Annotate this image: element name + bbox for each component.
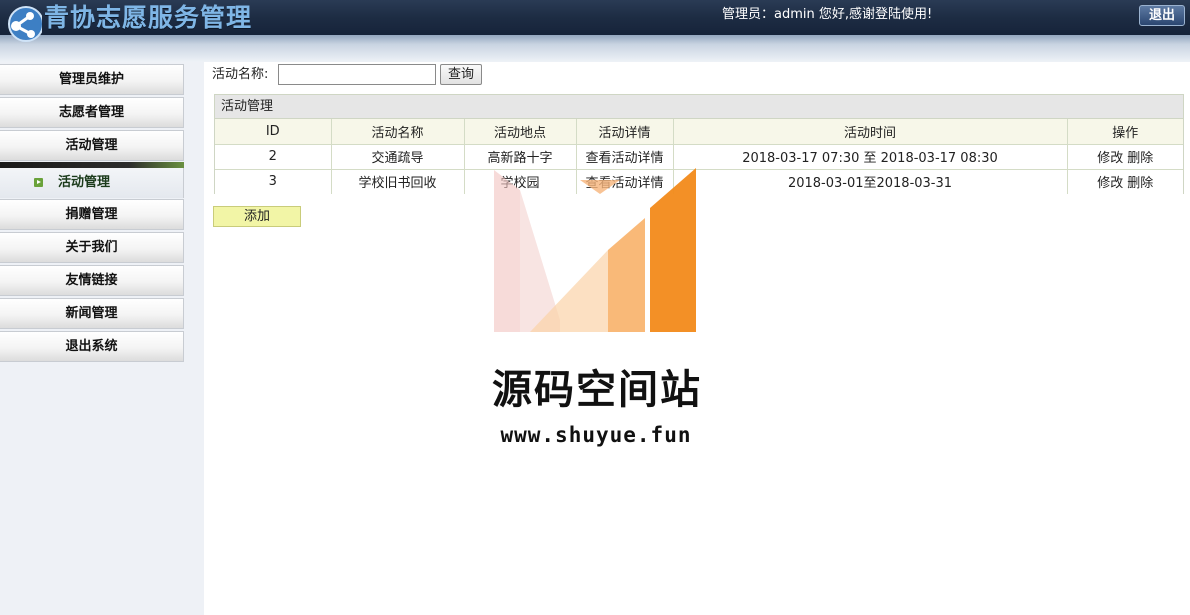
cell-id: 2 — [215, 143, 332, 170]
sidebar-subitem-activities[interactable]: 活动管理 — [0, 168, 184, 198]
header-sub-bar — [0, 35, 1190, 62]
column-header-detail: 活动详情 — [575, 119, 674, 145]
edit-link[interactable]: 修改 — [1097, 176, 1123, 191]
search-label: 活动名称: — [212, 67, 269, 82]
sidebar-item-news[interactable]: 新闻管理 — [0, 298, 184, 329]
cell-time: 2018-03-01至2018-03-31 — [672, 168, 1068, 194]
column-header-id: ID — [215, 119, 332, 145]
table-header-row: ID 活动名称 活动地点 活动详情 活动时间 操作 — [215, 119, 1183, 145]
edit-link[interactable]: 修改 — [1097, 151, 1123, 166]
app-logo-icon — [8, 6, 42, 42]
add-activity-button[interactable]: 添加 — [213, 206, 301, 227]
cell-time: 2018-03-17 07:30 至 2018-03-17 08:30 — [672, 143, 1068, 170]
sidebar-item-activities[interactable]: 活动管理 — [0, 130, 184, 161]
watermark-url: www.shuyue.fun — [500, 423, 692, 447]
cell-id: 3 — [215, 168, 332, 194]
column-header-actions: 操作 — [1066, 119, 1183, 145]
arrow-bullet-icon — [34, 178, 43, 187]
sidebar-item-links[interactable]: 友情链接 — [0, 265, 184, 296]
sidebar-item-exit[interactable]: 退出系统 — [0, 331, 184, 362]
delete-link[interactable]: 删除 — [1127, 176, 1153, 191]
activity-name-input[interactable] — [278, 64, 436, 85]
logout-button[interactable]: 退出 — [1139, 5, 1185, 26]
column-header-location: 活动地点 — [463, 119, 577, 145]
sidebar-item-donations[interactable]: 捐赠管理 — [0, 199, 184, 230]
sidebar-subitem-label: 活动管理 — [58, 175, 111, 190]
watermark-logo-icon — [494, 168, 696, 332]
search-button[interactable]: 查询 — [440, 64, 482, 85]
column-header-name: 活动名称 — [330, 119, 465, 145]
column-header-time: 活动时间 — [672, 119, 1068, 145]
cell-name: 交通疏导 — [330, 143, 465, 170]
app-title: 青协志愿服务管理 — [44, 3, 253, 32]
sidebar-item-admin[interactable]: 管理员维护 — [0, 64, 184, 95]
watermark-name: 源码空间站 — [492, 367, 702, 413]
sidebar-item-about[interactable]: 关于我们 — [0, 232, 184, 263]
cell-actions: 修改 删除 — [1066, 143, 1183, 170]
panel-title: 活动管理 — [215, 95, 1183, 119]
delete-link[interactable]: 删除 — [1127, 151, 1153, 166]
welcome-message: 管理员：admin 您好,感谢登陆使用! — [722, 7, 933, 22]
sidebar-item-volunteers[interactable]: 志愿者管理 — [0, 97, 184, 128]
cell-name: 学校旧书回收 — [330, 168, 465, 194]
sidebar: 管理员维护 志愿者管理 活动管理 活动管理 捐赠管理 关于我们 友情链接 新闻管… — [0, 62, 204, 615]
cell-actions: 修改 删除 — [1066, 168, 1183, 194]
